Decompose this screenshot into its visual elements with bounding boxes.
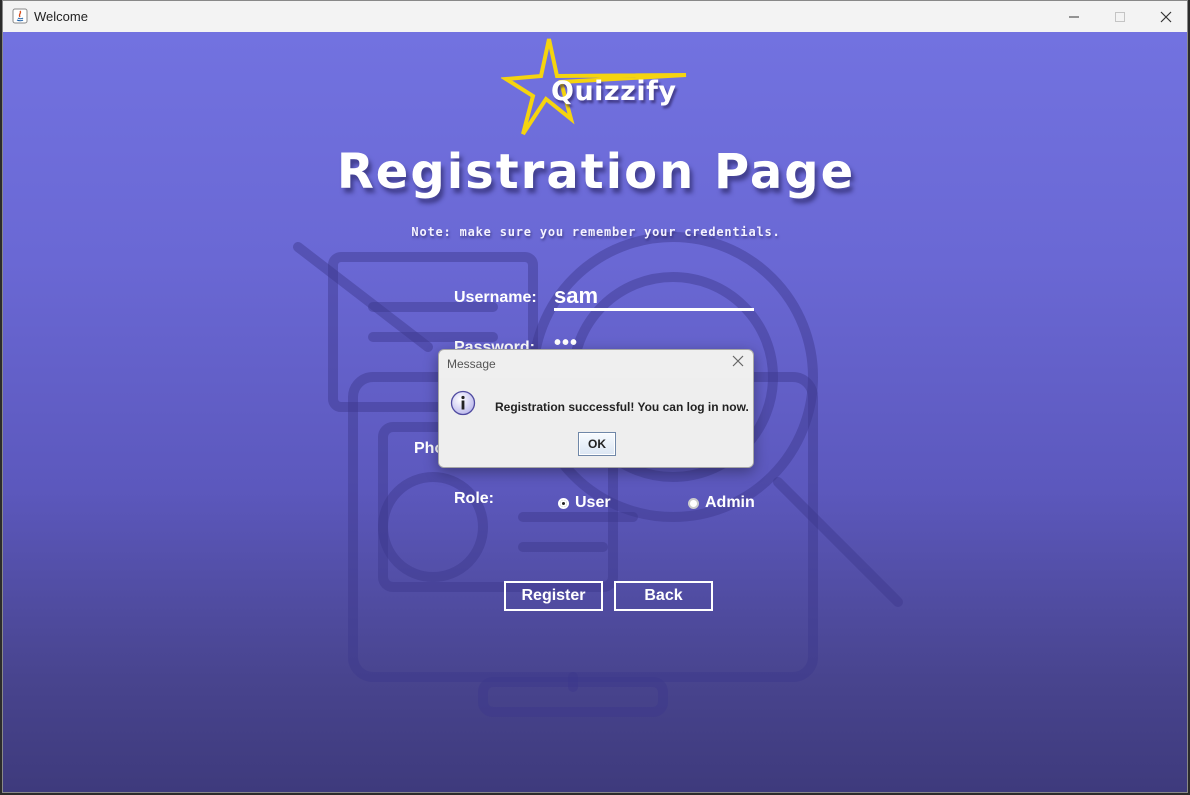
register-button[interactable]: Register [504,581,603,611]
username-underline [554,308,754,311]
minimize-button[interactable] [1051,1,1097,32]
logo-text: Quizzify [551,76,677,107]
username-label: Username: [454,289,537,306]
minimize-icon [1069,16,1079,17]
radio-unselected-icon [688,497,699,509]
title-bar[interactable]: Welcome [3,1,1187,32]
page-title: Registration Page [336,144,856,200]
role-user-radio[interactable]: User [558,494,611,512]
ok-button[interactable]: OK [578,432,616,456]
role-admin-label: Admin [705,494,755,511]
message-dialog: Message Registration successful! You can… [438,349,754,468]
role-label: Role: [454,490,494,507]
radio-selected-icon [558,497,569,509]
close-icon [1160,11,1172,22]
dialog-close-button[interactable] [729,354,747,372]
username-field[interactable]: sam [554,283,598,309]
java-app-icon [12,8,28,24]
role-user-label: User [575,494,611,511]
close-icon [732,355,744,367]
credentials-note: Note: make sure you remember your creden… [411,225,781,239]
info-icon [450,390,476,416]
maximize-icon [1115,11,1125,22]
close-button[interactable] [1143,1,1187,32]
maximize-button[interactable] [1097,1,1143,32]
dialog-message: Registration successful! You can log in … [495,400,749,414]
dialog-title: Message [447,357,496,371]
window-title: Welcome [34,9,88,24]
back-button[interactable]: Back [614,581,713,611]
app-window: Welcome Quizzify Registration Page Note:… [2,0,1188,793]
dialog-body: Registration successful! You can log in … [439,378,753,467]
role-admin-radio[interactable]: Admin [688,494,755,512]
